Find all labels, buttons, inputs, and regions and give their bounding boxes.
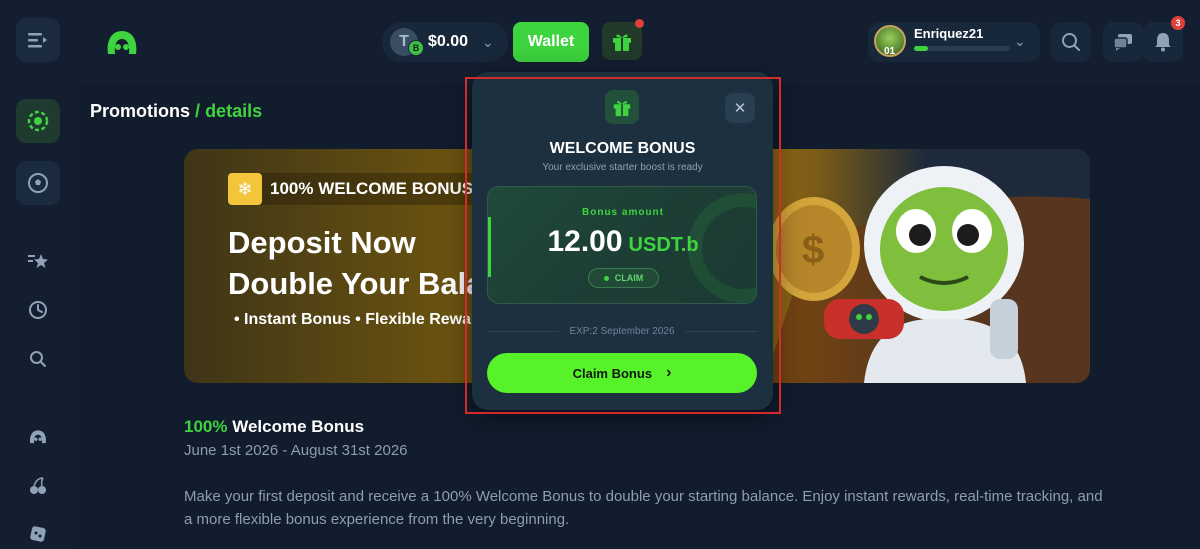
modal-subtitle: Your exclusive starter boost is ready (542, 162, 703, 173)
promo-title-percent: 100% (184, 417, 228, 436)
dice-icon (30, 526, 46, 542)
banner-bullets: • Instant Bonus • Flexible Rewards (234, 311, 496, 328)
banner-headline-1: Deposit Now (228, 225, 416, 260)
breadcrumb-current: details (205, 101, 263, 121)
status-dot (603, 275, 609, 281)
sidebar-item-slots[interactable] (16, 464, 60, 508)
menu-icon (28, 33, 47, 48)
notifications-button[interactable]: 3 (1143, 16, 1185, 62)
sidebar-item-recent[interactable] (16, 288, 60, 332)
bonus-number: 12.00 (547, 225, 623, 258)
star-icon (28, 254, 48, 268)
sports-ball-icon (28, 173, 48, 193)
close-button[interactable]: ✕ (725, 93, 755, 123)
chat-button[interactable] (1103, 22, 1143, 62)
breadcrumb-separator: / (195, 101, 201, 121)
welcome-bonus-modal: ✕ WELCOME BONUS Your exclusive starter b… (472, 72, 773, 410)
logo-icon (30, 430, 46, 444)
chevron-right-icon: › (666, 364, 672, 381)
promo-dates: June 1st 2026 - August 31st 2026 (184, 442, 408, 459)
casino-chip-icon (27, 110, 49, 132)
cherries-icon (30, 477, 46, 494)
modal-title: WELCOME BONUS (549, 140, 696, 157)
close-icon: ✕ (733, 100, 747, 117)
balance-selector[interactable]: T B $0.00 ⌄ (382, 22, 508, 62)
chevron-down-icon: ⌄ (482, 33, 494, 50)
gift-icon (613, 101, 631, 117)
divider (684, 330, 758, 332)
search-icon (30, 351, 46, 367)
divider (487, 330, 560, 332)
clock-icon (29, 301, 47, 319)
sidebar (0, 84, 74, 549)
bonus-amount-card: Bonus amount 12.00 USDT.b CLAIM (487, 186, 757, 304)
search-icon (1062, 33, 1080, 51)
notification-badge: 3 (1171, 16, 1185, 30)
claim-bonus-label: Claim Bonus (572, 365, 653, 381)
sidebar-item-originals[interactable] (16, 415, 60, 459)
snowflake-icon: ❄ (228, 173, 262, 205)
svg-text:$: $ (802, 228, 824, 272)
claim-chip-label: CLAIM (614, 273, 644, 283)
sidebar-item-sports[interactable] (16, 161, 60, 205)
claim-bonus-button[interactable]: Claim Bonus › (487, 353, 757, 393)
bell-icon (1155, 33, 1171, 52)
sidebar-item-favorites[interactable] (16, 240, 60, 284)
promo-title-text: Welcome Bonus (227, 417, 365, 436)
frog-astronaut-illustration: $ (764, 166, 1090, 383)
chat-icon (1113, 34, 1132, 51)
sidebar-item-search[interactable] (16, 337, 60, 381)
xp-progress-fill (914, 46, 929, 51)
xp-progress-bar (914, 46, 1010, 51)
bonus-amount-value: 12.00 USDT.b (488, 225, 756, 259)
sidebar-item-casino[interactable] (16, 99, 60, 143)
sidebar-item-table-games[interactable] (16, 512, 60, 549)
bonus-currency: USDT.b (628, 234, 699, 256)
gift-icon (613, 34, 631, 51)
user-menu[interactable]: 01 Enriquez21 ⌄ (868, 22, 1040, 62)
banner-tag: ❄ 100% WELCOME BONUS (228, 173, 488, 205)
site-logo[interactable] (104, 28, 140, 58)
promo-title: 100% Welcome Bonus (184, 417, 364, 437)
bonus-amount-label: Bonus amount (582, 207, 664, 218)
balance-amount: $0.00 (428, 33, 469, 50)
search-button[interactable] (1051, 22, 1091, 62)
username: Enriquez21 (914, 26, 984, 41)
promo-description: Make your first deposit and receive a 10… (184, 488, 1103, 528)
token-icon: T B (390, 28, 424, 56)
logo-icon (107, 31, 137, 54)
modal-gift-badge (605, 90, 639, 124)
user-level: 01 (884, 46, 896, 57)
token-sub-badge: B (408, 40, 424, 56)
claim-status-chip: CLAIM (588, 268, 659, 288)
notification-dot (635, 19, 644, 28)
wallet-button[interactable]: Wallet (513, 22, 589, 62)
menu-toggle-button[interactable] (16, 18, 60, 62)
expiry-row: EXP:2 September 2026 (487, 324, 758, 338)
expiry-date: EXP:2 September 2026 (569, 325, 675, 337)
banner-tag-text: 100% WELCOME BONUS (270, 179, 474, 198)
breadcrumb: Promotions / details (90, 101, 262, 122)
breadcrumb-promotions-link[interactable]: Promotions (90, 101, 190, 121)
gift-button[interactable] (602, 19, 644, 60)
chevron-down-icon: ⌄ (1014, 33, 1026, 49)
